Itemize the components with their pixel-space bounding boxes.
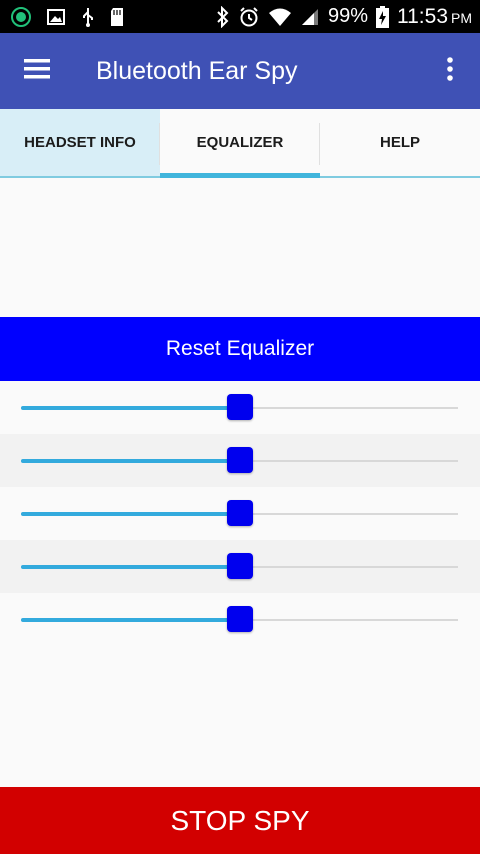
eq-slider-2[interactable] <box>21 447 458 473</box>
stop-spy-button[interactable]: STOP SPY <box>0 787 480 854</box>
wifi-icon <box>268 6 292 28</box>
tab-bar: HEADSET INFO EQUALIZER HELP <box>0 109 480 178</box>
menu-button[interactable] <box>0 33 74 109</box>
usb-icon <box>80 6 96 28</box>
eq-slider-row <box>0 434 480 487</box>
eq-slider-fill <box>21 459 240 463</box>
eq-slider-1[interactable] <box>21 394 458 420</box>
app-notification-icon <box>10 6 32 28</box>
sd-card-icon <box>110 6 126 28</box>
tab-divider <box>159 123 160 165</box>
battery-charging-icon <box>376 5 389 28</box>
tab-headset-info[interactable]: HEADSET INFO <box>0 109 160 176</box>
clock: 11:53 PM <box>397 5 472 29</box>
eq-slider-thumb[interactable] <box>226 394 253 420</box>
tab-equalizer[interactable]: EQUALIZER <box>160 109 320 178</box>
clock-time: 11:53 <box>397 4 448 28</box>
tab-divider <box>319 123 320 165</box>
tab-help[interactable]: HELP <box>320 109 480 176</box>
eq-slider-thumb[interactable] <box>226 606 253 632</box>
eq-slider-row <box>0 487 480 540</box>
bluetooth-icon <box>216 5 230 28</box>
eq-slider-fill <box>21 618 240 622</box>
hamburger-menu-icon <box>24 58 50 84</box>
signal-icon <box>300 6 320 28</box>
equalizer-sliders <box>0 381 480 646</box>
reset-equalizer-button[interactable]: Reset Equalizer <box>0 317 480 381</box>
eq-slider-row <box>0 593 480 646</box>
more-vert-icon <box>447 56 453 86</box>
eq-slider-row <box>0 381 480 434</box>
eq-slider-thumb[interactable] <box>226 553 253 579</box>
eq-slider-3[interactable] <box>21 500 458 526</box>
app-title: Bluetooth Ear Spy <box>96 56 298 85</box>
eq-slider-4[interactable] <box>21 553 458 579</box>
image-icon <box>46 6 66 28</box>
eq-slider-thumb[interactable] <box>226 500 253 526</box>
battery-percentage: 99% <box>327 5 368 27</box>
alarm-icon <box>238 6 260 28</box>
clock-ampm: PM <box>451 9 472 26</box>
eq-slider-fill <box>21 565 240 569</box>
eq-slider-thumb[interactable] <box>226 447 253 473</box>
app-bar: Bluetooth Ear Spy <box>0 33 480 109</box>
eq-slider-fill <box>21 512 240 516</box>
eq-slider-row <box>0 540 480 593</box>
eq-slider-fill <box>21 406 240 410</box>
status-bar: 99% 11:53 PM <box>0 0 480 33</box>
eq-slider-5[interactable] <box>21 606 458 632</box>
overflow-menu-button[interactable] <box>430 33 470 109</box>
